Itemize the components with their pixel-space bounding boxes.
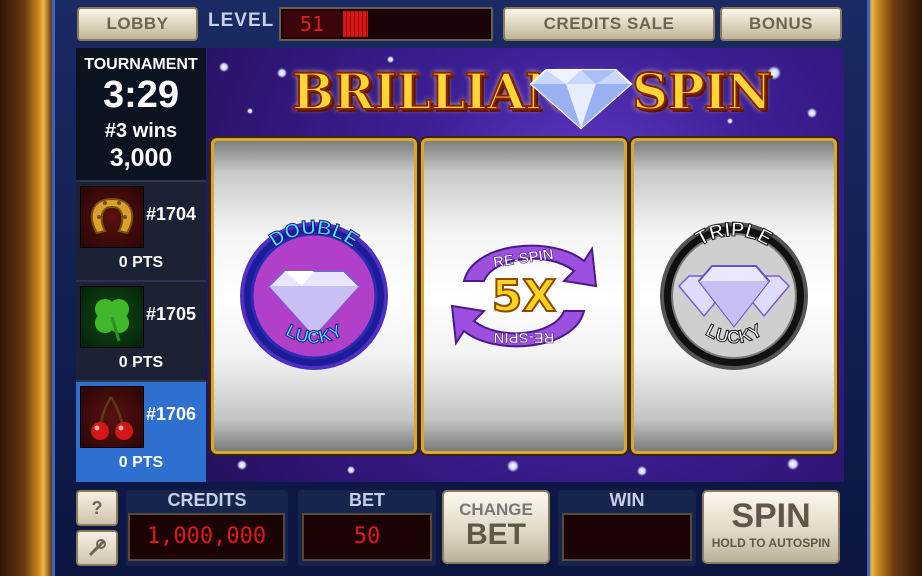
credits-label: CREDITS bbox=[167, 490, 247, 510]
double-lucky-diamond-icon: DOUBLE LUCKY bbox=[240, 216, 388, 370]
tournament-wins: #3 wins bbox=[104, 120, 178, 142]
entry-id: #1704 bbox=[146, 204, 197, 224]
tournament-entry[interactable]: #1705 0 PTS bbox=[76, 280, 206, 380]
sparkle bbox=[347, 466, 355, 474]
level-label: LEVEL bbox=[208, 10, 275, 31]
sparkle bbox=[507, 460, 519, 472]
sparkle bbox=[247, 108, 253, 114]
tournament-header: TOURNAMENT 3:29 #3 wins 3,000 bbox=[76, 48, 206, 180]
four-leaf-clover-icon bbox=[80, 286, 144, 348]
sparkle bbox=[219, 62, 229, 72]
tournament-title: TOURNAMENT bbox=[84, 56, 198, 73]
help-button[interactable]: ? bbox=[76, 490, 118, 526]
respin-5x-icon: RE-SPIN 5X RE-SPIN bbox=[450, 244, 598, 348]
tournament-timer: 3:29 bbox=[102, 74, 180, 116]
level-number: 51 bbox=[283, 11, 341, 37]
tournament-panel: TOURNAMENT 3:29 #3 wins 3,000 #1704 0 PT… bbox=[76, 48, 206, 482]
sparkle bbox=[637, 466, 647, 476]
tournament-entry[interactable]: #1704 0 PTS bbox=[76, 180, 206, 280]
tournament-score: 3,000 bbox=[109, 144, 173, 172]
game-logo: BRILLIANT SPIN bbox=[291, 54, 773, 134]
sparkle bbox=[237, 460, 247, 470]
entry-id: #1705 bbox=[146, 304, 197, 324]
spin-button[interactable]: SPIN HOLD TO AUTOSPIN bbox=[702, 490, 840, 564]
triple-lucky-diamond-icon: TRIPLE LUCKY bbox=[660, 218, 808, 370]
credits-display: 1,000,000 bbox=[128, 513, 285, 561]
entry-points: 0 PTS bbox=[118, 254, 164, 271]
reel-2: RE-SPIN 5X RE-SPIN bbox=[421, 138, 627, 454]
level-meter: 51 bbox=[279, 7, 493, 41]
lobby-button[interactable]: LOBBY bbox=[77, 7, 198, 41]
logo-text-right: SPIN bbox=[631, 61, 773, 122]
entry-points: 0 PTS bbox=[118, 354, 164, 371]
credits-sale-button[interactable]: CREDITS SALE bbox=[503, 7, 715, 41]
bet-label: BET bbox=[349, 490, 385, 510]
bonus-button[interactable]: BONUS bbox=[720, 7, 842, 41]
sparkle bbox=[277, 68, 287, 78]
win-display bbox=[562, 513, 692, 561]
horseshoe-icon bbox=[80, 186, 144, 248]
reel-1: DOUBLE LUCKY bbox=[211, 138, 417, 454]
bet-display: 50 bbox=[302, 513, 432, 561]
tools-icon bbox=[88, 539, 106, 557]
change-bet-line1: CHANGE bbox=[459, 500, 533, 519]
tournament-entry-highlighted[interactable]: #1706 0 PTS bbox=[76, 380, 206, 482]
win-label: WIN bbox=[609, 490, 645, 510]
entry-points: 0 PTS bbox=[118, 454, 164, 471]
entry-id: #1706 bbox=[146, 404, 197, 424]
reel-area: BRILLIANT SPIN DOUBLE LUCKY RE-SPIN 5X R… bbox=[207, 48, 844, 482]
diamond-logo-icon bbox=[529, 69, 633, 130]
cherries-icon bbox=[80, 386, 144, 448]
level-progress-fill bbox=[343, 11, 368, 37]
change-bet-line2: BET bbox=[466, 518, 526, 551]
reel-2-multiplier: 5X bbox=[492, 271, 557, 322]
change-bet-button[interactable]: CHANGE BET bbox=[442, 490, 550, 564]
spin-label: SPIN bbox=[731, 497, 811, 535]
sparkle bbox=[807, 108, 817, 118]
settings-button[interactable] bbox=[76, 530, 118, 566]
reel-3: TRIPLE LUCKY bbox=[631, 138, 837, 454]
reel-2-bottom-label: RE-SPIN bbox=[494, 329, 555, 346]
spin-sublabel: HOLD TO AUTOSPIN bbox=[711, 536, 831, 550]
sparkle bbox=[787, 458, 799, 470]
